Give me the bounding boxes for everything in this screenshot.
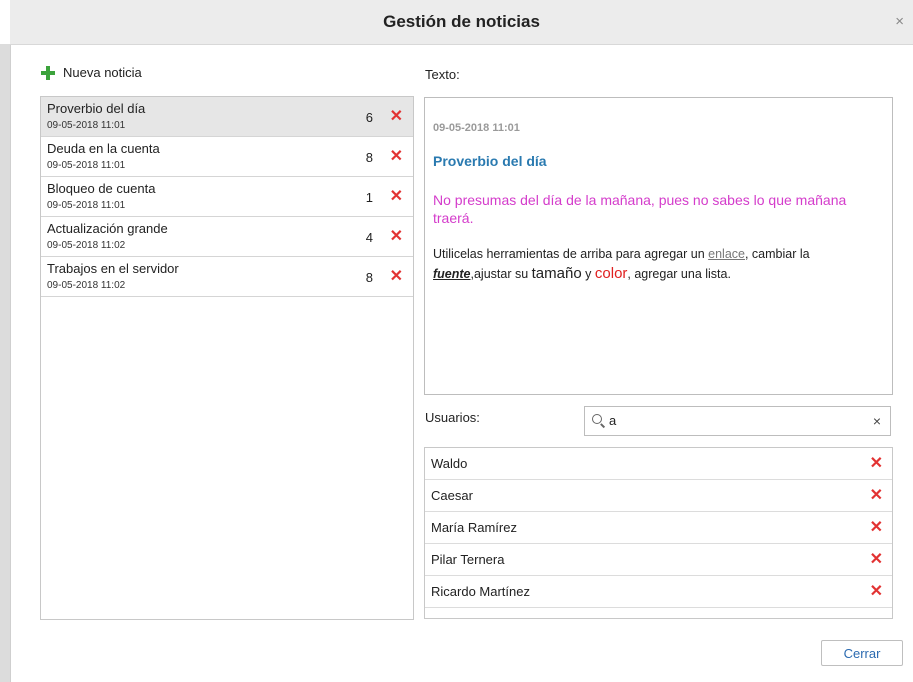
- news-recipient-count: 4: [365, 230, 373, 245]
- user-name: Ricardo Martínez: [431, 584, 530, 599]
- user-row[interactable]: Pilar Ternera ✕: [425, 544, 892, 576]
- plus-icon: [41, 65, 55, 80]
- close-icon[interactable]: ×: [895, 14, 904, 29]
- news-management-dialog: Gestión de noticias × Nueva noticia Prov…: [0, 0, 913, 682]
- user-row[interactable]: Ricardo Martínez ✕: [425, 576, 892, 608]
- title-bar: Gestión de noticias ×: [10, 0, 913, 45]
- body-link[interactable]: enlace: [708, 247, 745, 261]
- remove-user-icon[interactable]: ✕: [870, 552, 883, 568]
- news-title: Deuda en la cuenta: [47, 141, 160, 156]
- user-row[interactable]: Waldo ✕: [425, 448, 892, 480]
- news-title: Bloqueo de cuenta: [47, 181, 156, 196]
- news-date: 09-05-2018 11:01: [47, 200, 126, 211]
- news-text-editor[interactable]: 09-05-2018 11:01 Proverbio del día No pr…: [424, 97, 893, 395]
- users-list: Waldo ✕ Caesar ✕ María Ramírez ✕ Pilar T…: [424, 447, 893, 619]
- body-font-sample: fuente: [433, 267, 471, 281]
- user-name: Caesar: [431, 488, 473, 503]
- news-title: Proverbio del día: [47, 101, 146, 116]
- news-preview-title: Proverbio del día: [433, 153, 547, 169]
- news-date: 09-05-2018 11:02: [47, 240, 126, 251]
- news-title: Trabajos en el servidor: [47, 261, 179, 276]
- news-preview-date: 09-05-2018 11:01: [433, 122, 520, 134]
- news-date: 09-05-2018 11:01: [47, 120, 126, 131]
- remove-user-icon[interactable]: ✕: [870, 520, 883, 536]
- user-name: Pilar Ternera: [431, 552, 505, 567]
- news-title: Actualización grande: [47, 221, 168, 236]
- text-label: Texto:: [425, 67, 460, 82]
- users-label: Usuarios:: [425, 410, 480, 425]
- news-date: 09-05-2018 11:02: [47, 280, 126, 291]
- delete-icon[interactable]: ✕: [390, 269, 403, 285]
- background-edge: [0, 44, 11, 682]
- user-search-input[interactable]: [609, 411, 859, 429]
- clear-search-icon[interactable]: ×: [873, 413, 881, 429]
- news-row[interactable]: Trabajos en el servidor 09-05-2018 11:02…: [41, 257, 413, 297]
- news-date: 09-05-2018 11:01: [47, 160, 126, 171]
- news-row[interactable]: Actualización grande 09-05-2018 11:02 4 …: [41, 217, 413, 257]
- delete-icon[interactable]: ✕: [390, 189, 403, 205]
- search-icon: [592, 414, 606, 428]
- delete-icon[interactable]: ✕: [390, 109, 403, 125]
- news-recipient-count: 1: [365, 190, 373, 205]
- user-name: Waldo: [431, 456, 468, 471]
- news-recipient-count: 8: [365, 270, 373, 285]
- news-preview-body: Utilicelas herramientas de arriba para a…: [433, 244, 881, 284]
- news-row[interactable]: Bloqueo de cuenta 09-05-2018 11:01 1 ✕: [41, 177, 413, 217]
- delete-icon[interactable]: ✕: [390, 229, 403, 245]
- dialog-title: Gestión de noticias: [383, 12, 540, 31]
- new-news-button[interactable]: Nueva noticia: [41, 65, 142, 80]
- news-recipient-count: 8: [365, 150, 373, 165]
- body-text: y: [581, 267, 595, 281]
- delete-icon[interactable]: ✕: [390, 149, 403, 165]
- body-text: ,ajustar su: [470, 267, 532, 281]
- body-text: , cambiar la: [744, 247, 810, 261]
- new-news-label: Nueva noticia: [63, 65, 142, 80]
- user-row[interactable]: Caesar ✕: [425, 480, 892, 512]
- news-recipient-count: 6: [365, 110, 373, 125]
- remove-user-icon[interactable]: ✕: [870, 488, 883, 504]
- news-list: Proverbio del día 09-05-2018 11:01 6 ✕ D…: [40, 96, 414, 620]
- body-text: Utilicelas herramientas de arriba para a…: [433, 247, 709, 261]
- remove-user-icon[interactable]: ✕: [870, 456, 883, 472]
- remove-user-icon[interactable]: ✕: [870, 584, 883, 600]
- news-preview-quote: No presumas del día de la mañana, pues n…: [433, 192, 847, 226]
- body-text: , agregar una lista.: [627, 267, 731, 281]
- news-row[interactable]: Proverbio del día 09-05-2018 11:01 6 ✕: [41, 97, 413, 137]
- user-row[interactable]: María Ramírez ✕: [425, 512, 892, 544]
- user-search-box: ×: [584, 406, 891, 436]
- body-color-sample: color: [594, 265, 628, 282]
- user-name: María Ramírez: [431, 520, 517, 535]
- news-row[interactable]: Deuda en la cuenta 09-05-2018 11:01 8 ✕: [41, 137, 413, 177]
- body-size-sample: tamaño: [531, 265, 582, 282]
- close-button[interactable]: Cerrar: [821, 640, 903, 666]
